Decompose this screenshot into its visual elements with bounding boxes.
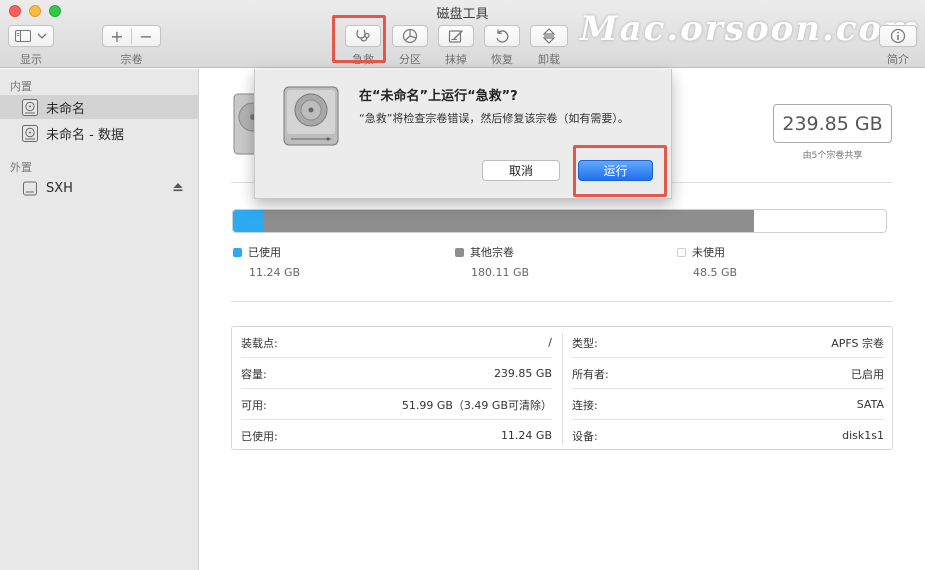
unmount-button[interactable] — [530, 25, 568, 47]
info-label: 简介 — [887, 53, 909, 66]
legend-swatch-used — [233, 248, 242, 257]
remove-volume-button[interactable]: − — [132, 27, 160, 46]
usage-bar — [232, 209, 887, 233]
legend-label: 未使用 — [692, 246, 725, 259]
eject-icon[interactable] — [173, 182, 183, 192]
external-header: 外置 — [10, 161, 32, 174]
legend-used: 已使用 11.24 GB — [233, 244, 300, 279]
info-row-used: 已使用: 11.24 GB — [241, 420, 552, 451]
legend-label: 其他宗卷 — [470, 246, 514, 259]
capacity-note: 由5个宗卷共享 — [802, 151, 863, 161]
restore-arrow-icon — [496, 29, 509, 43]
info-row-type: 类型: APFS 宗卷 — [572, 327, 884, 358]
partition-label: 分区 — [399, 53, 421, 66]
info-row-owners: 所有者: 已启用 — [572, 358, 884, 389]
usage-segment-free — [753, 210, 886, 232]
legend-label: 已使用 — [248, 246, 281, 259]
erase-button[interactable] — [438, 25, 474, 47]
window-toolbar: 磁盘工具 显示 + − 宗卷 急救 分区 抹掉 恢复 卸载 Mac.orsoon… — [0, 0, 925, 68]
info-button[interactable] — [879, 25, 917, 47]
info-column-right: 类型: APFS 宗卷 所有者: 已启用 连接: SATA 设备: disk1s… — [563, 327, 894, 451]
sidebar-item-sxh[interactable]: SXH — [0, 176, 199, 200]
usage-segment-other — [263, 210, 754, 232]
hard-disk-icon — [283, 86, 339, 146]
sidebar-item-label: 未命名 - 数据 — [46, 127, 124, 143]
restore-label: 恢复 — [491, 53, 513, 66]
erase-pencil-icon — [448, 30, 463, 43]
info-row-capacity: 容量: 239.85 GB — [241, 358, 552, 389]
add-volume-button[interactable]: + — [103, 27, 131, 46]
erase-label: 抹掉 — [445, 53, 467, 66]
volume-segmented-control: + − — [102, 25, 161, 47]
capacity-display: 239.85 GB — [773, 104, 892, 143]
info-row-connection: 连接: SATA — [572, 389, 884, 420]
info-value: / — [548, 336, 552, 349]
cancel-button[interactable]: 取消 — [482, 160, 560, 181]
info-row-device: 设备: disk1s1 — [572, 420, 884, 451]
first-aid-highlight — [332, 15, 386, 63]
sidebar-item-untitled[interactable]: 未命名 — [0, 95, 199, 119]
info-value: 51.99 GB（3.49 GB可清除） — [401, 398, 552, 412]
legend-value: 48.5 GB — [693, 266, 738, 279]
chevron-down-icon — [37, 33, 47, 39]
divider — [231, 301, 893, 302]
unmount-icon — [542, 28, 556, 44]
internal-header: 内置 — [10, 80, 32, 93]
info-value: 11.24 GB — [500, 429, 552, 442]
disk-icon — [22, 124, 38, 142]
unmount-label: 卸载 — [538, 53, 560, 66]
usage-segment-used — [233, 210, 264, 232]
dialog-title: 在“未命名”上运行“急救”? — [359, 89, 518, 104]
info-key: 可用: — [241, 398, 267, 412]
dialog-message: “急救”将检查宗卷错误，然后修复该宗卷（如有需要）。 — [359, 112, 629, 125]
info-value: APFS 宗卷 — [831, 336, 884, 350]
info-icon — [890, 28, 906, 44]
sidebar-item-label: 未命名 — [46, 101, 86, 117]
pie-chart-icon — [402, 28, 418, 44]
restore-button[interactable] — [484, 25, 520, 47]
info-value: 239.85 GB — [493, 367, 552, 380]
info-value: 已启用 — [851, 367, 884, 381]
legend-value: 180.11 GB — [471, 266, 530, 279]
info-value: SATA — [856, 398, 884, 411]
sidebar: 内置 未命名 未命名 - 数据 外置 SXH — [0, 69, 199, 570]
info-key: 设备: — [572, 429, 598, 443]
legend-swatch-free — [677, 248, 686, 257]
legend-free: 未使用 48.5 GB — [677, 244, 737, 279]
disk-icon — [22, 98, 38, 116]
info-key: 类型: — [572, 336, 598, 350]
info-column-left: 装载点: / 容量: 239.85 GB 可用: 51.99 GB（3.49 G… — [232, 327, 562, 451]
sidebar-item-untitled-data[interactable]: 未命名 - 数据 — [0, 121, 199, 145]
sidebar-icon — [15, 30, 31, 42]
run-button-highlight — [573, 145, 667, 197]
volume-label: 宗卷 — [120, 53, 143, 66]
info-key: 容量: — [241, 367, 267, 381]
legend-other-volumes: 其他宗卷 180.11 GB — [455, 244, 529, 279]
info-key: 连接: — [572, 398, 598, 412]
info-key: 装载点: — [241, 336, 278, 350]
view-button[interactable] — [8, 25, 54, 47]
external-disk-icon — [23, 181, 37, 195]
info-value: disk1s1 — [842, 429, 884, 442]
info-table: 装载点: / 容量: 239.85 GB 可用: 51.99 GB（3.49 G… — [231, 326, 893, 450]
legend-value: 11.24 GB — [249, 266, 301, 279]
watermark-text: Mac.orsoon.com — [580, 9, 922, 49]
info-key: 所有者: — [572, 367, 609, 381]
partition-button[interactable] — [392, 25, 428, 47]
sidebar-item-label: SXH — [46, 180, 73, 196]
info-row-mount-point: 装载点: / — [241, 327, 552, 358]
legend-swatch-other — [455, 248, 464, 257]
view-label: 显示 — [20, 53, 42, 66]
info-row-available: 可用: 51.99 GB（3.49 GB可清除） — [241, 389, 552, 420]
info-key: 已使用: — [241, 429, 278, 443]
